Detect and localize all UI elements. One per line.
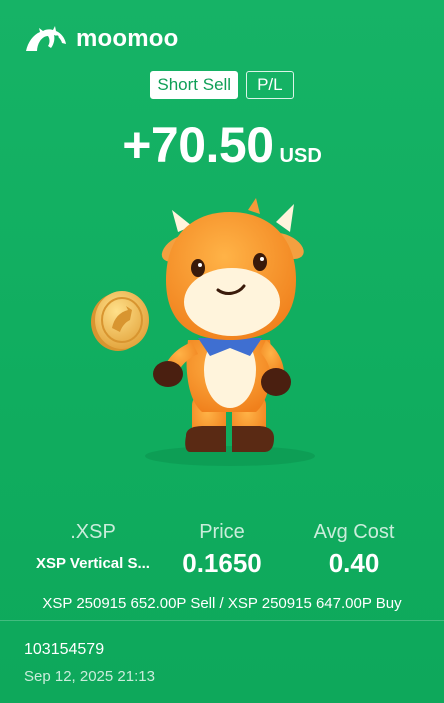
- pnl-value: +70.50: [122, 117, 274, 173]
- pnl-currency: USD: [279, 145, 322, 167]
- avg-cost-value: 0.40: [328, 548, 380, 578]
- moomoo-mascot-with-coin-icon: [91, 198, 315, 466]
- short-sell-tag: Short Sell: [150, 71, 239, 99]
- price-value: 0.1650: [182, 548, 262, 578]
- price-stat: Price 0.1650: [152, 520, 292, 578]
- bull-logo-icon: [26, 26, 66, 51]
- brand: moomoo: [24, 24, 179, 54]
- underlying-value: XSP Vertical S...: [36, 555, 150, 572]
- brand-name: moomoo: [76, 25, 179, 52]
- pnl-amount: +70.50 USD: [0, 116, 444, 174]
- stats-row: .XSP XSP Vertical S... Price 0.1650 Avg …: [0, 520, 444, 582]
- price-label: Price: [199, 521, 245, 543]
- avg-cost-stat: Avg Cost 0.40: [284, 520, 424, 578]
- underlying-stat: .XSP XSP Vertical S...: [18, 520, 168, 574]
- divider: [0, 620, 444, 621]
- order-timestamp: Sep 12, 2025 21:13: [24, 668, 155, 685]
- avg-cost-label: Avg Cost: [313, 521, 395, 543]
- pl-tag: P/L: [246, 71, 294, 99]
- option-legs-text: XSP 250915 652.00P Sell / XSP 250915 647…: [42, 595, 402, 612]
- underlying-label: .XSP: [70, 521, 116, 543]
- tag-row: Short Sell P/L: [0, 71, 444, 99]
- pnl-share-card: moomoo Short Sell P/L +70.50 USD .XSP XS…: [0, 0, 444, 703]
- order-id: 103154579: [24, 641, 105, 658]
